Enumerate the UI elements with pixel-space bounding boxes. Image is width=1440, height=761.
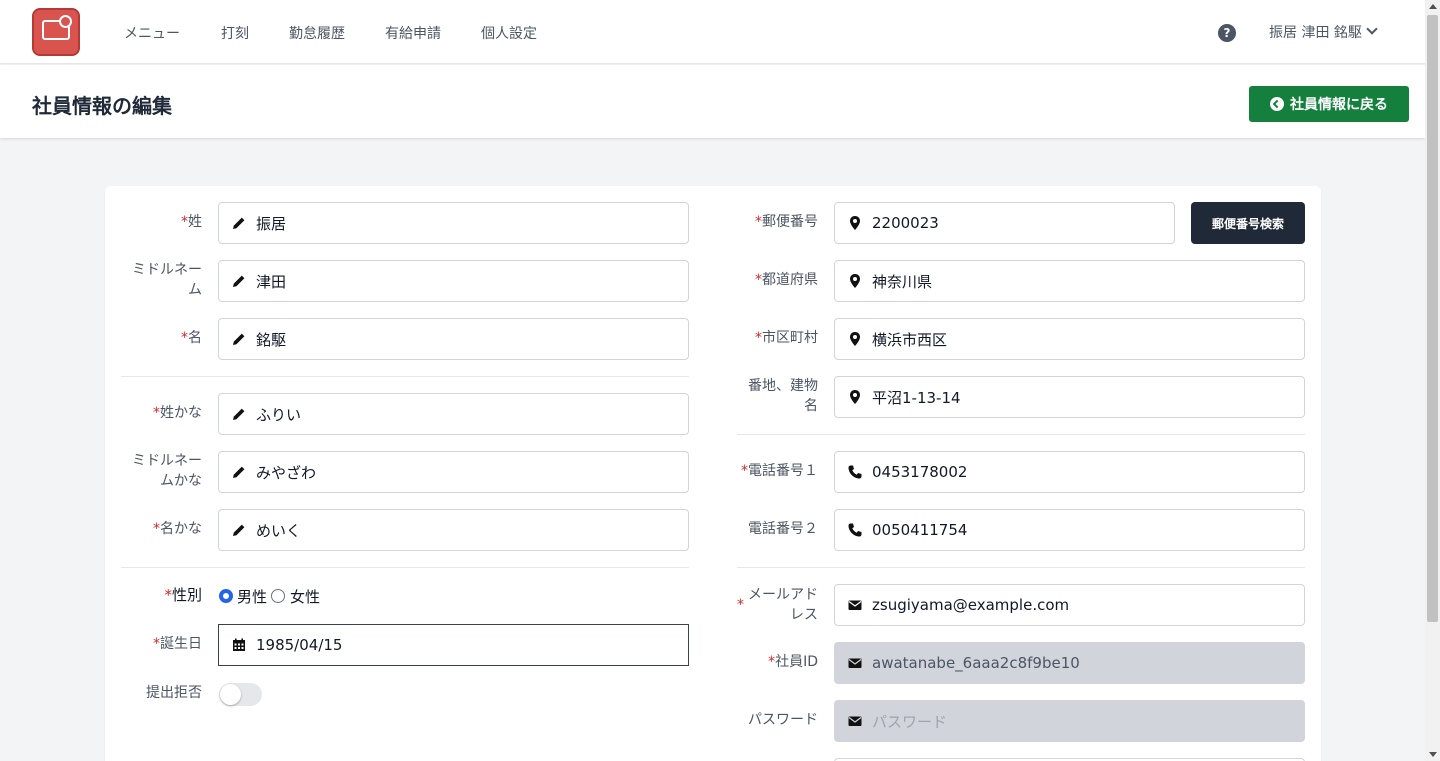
email-field[interactable]: zsugiyama@example.com	[834, 584, 1305, 626]
gender-male-radio[interactable]	[219, 589, 233, 603]
envelope-icon	[846, 712, 864, 730]
refusal-label: 提出拒否	[146, 685, 202, 701]
pencil-icon	[230, 463, 248, 481]
middle-name-kana-label: ミドルネームかな	[132, 453, 202, 489]
pencil-icon	[230, 521, 248, 539]
middle-name-field[interactable]: 津田	[218, 260, 689, 302]
scroll-up-arrow-icon[interactable]	[1429, 4, 1437, 9]
map-marker-icon	[846, 214, 864, 232]
address-label: 番地、建物名	[748, 378, 818, 414]
top-navbar: メニュー 打刻 勤怠履歴 有給申請 個人設定 ? 振居 津田 銘駆	[0, 0, 1425, 64]
gender-male-label[interactable]: 男性	[237, 586, 267, 607]
phone-icon	[846, 521, 864, 539]
prefecture-field[interactable]: 神奈川県	[834, 260, 1305, 302]
scrollbar-thumb[interactable]	[1427, 15, 1438, 622]
email-value: zsugiyama@example.com	[872, 596, 1070, 614]
email-label: * メールアドレス	[737, 587, 818, 623]
postal-code-search-button[interactable]: 郵便番号検索	[1191, 202, 1305, 244]
last-name-kana-label: *姓かな	[153, 405, 202, 421]
refusal-toggle[interactable]	[219, 683, 262, 706]
employee-id-label: *社員ID	[768, 654, 818, 670]
first-name-label: *名	[181, 330, 202, 346]
section-divider	[121, 376, 689, 377]
section-divider	[737, 434, 1305, 435]
first-name-kana-value: めいく	[256, 521, 302, 540]
app-logo-icon[interactable]	[32, 8, 80, 56]
back-button-label: 社員情報に戻る	[1290, 97, 1388, 113]
employee-id-field: awatanabe_6aaa2c8f9be10	[834, 642, 1305, 684]
page-title: 社員情報の編集	[32, 94, 172, 118]
arrow-circle-left-icon	[1270, 97, 1284, 111]
envelope-icon	[846, 596, 864, 614]
employee-id-value: awatanabe_6aaa2c8f9be10	[872, 654, 1080, 672]
pencil-icon	[230, 330, 248, 348]
password-field: パスワード	[834, 700, 1305, 742]
phone2-field[interactable]: 0050411754	[834, 509, 1305, 551]
postal-code-value: 2200023	[872, 214, 939, 232]
envelope-icon	[846, 654, 864, 672]
gender-female-radio[interactable]	[271, 589, 285, 603]
first-name-value: 銘駆	[256, 330, 287, 349]
middle-name-kana-value: みやざわ	[256, 463, 317, 482]
birthday-label: *誕生日	[153, 636, 202, 652]
postal-code-field[interactable]: 2200023	[834, 202, 1175, 244]
phone1-label: *電話番号１	[741, 463, 818, 479]
section-divider	[737, 567, 1305, 568]
address-value: 平沼1-13-14	[872, 388, 961, 407]
map-marker-icon	[846, 330, 864, 348]
last-name-kana-field[interactable]: ふりい	[218, 393, 689, 435]
logo-lock-shape	[59, 15, 72, 28]
phone1-field[interactable]: 0453178002	[834, 451, 1305, 493]
city-value: 横浜市西区	[872, 330, 948, 349]
chevron-down-icon[interactable]	[1366, 23, 1378, 35]
last-name-label: *姓	[181, 214, 202, 230]
user-menu-name[interactable]: 振居 津田 銘駆	[1269, 22, 1362, 42]
city-label: *市区町村	[755, 330, 818, 346]
help-icon[interactable]: ?	[1218, 24, 1236, 42]
pencil-icon	[230, 214, 248, 232]
calendar-icon	[230, 636, 248, 654]
map-marker-icon	[846, 388, 864, 406]
postal-code-label: *郵便番号	[755, 214, 818, 230]
phone2-value: 0050411754	[872, 521, 968, 539]
prefecture-label: *都道府県	[755, 272, 818, 288]
address-field[interactable]: 平沼1-13-14	[834, 376, 1305, 418]
middle-name-label: ミドルネーム	[132, 262, 202, 298]
first-name-kana-label: *名かな	[153, 521, 202, 537]
password-placeholder: パスワード	[872, 712, 948, 731]
phone1-value: 0453178002	[872, 463, 968, 481]
prefecture-value: 神奈川県	[872, 272, 933, 291]
page-scrollbar[interactable]	[1425, 0, 1440, 761]
gender-label: *性別	[164, 586, 202, 604]
middle-name-kana-field[interactable]: みやざわ	[218, 451, 689, 493]
section-divider	[121, 567, 689, 568]
city-field[interactable]: 横浜市西区	[834, 318, 1305, 360]
scroll-down-arrow-icon[interactable]	[1429, 752, 1437, 757]
birthday-value: 1985/04/15	[256, 636, 343, 654]
middle-name-value: 津田	[256, 272, 287, 291]
birthday-field[interactable]: 1985/04/15	[218, 624, 689, 666]
nav-item-clock-in[interactable]: 打刻	[221, 23, 249, 43]
pencil-icon	[230, 272, 248, 290]
nav-item-personal-settings[interactable]: 個人設定	[481, 23, 537, 43]
page-header: 社員情報の編集 社員情報に戻る	[0, 65, 1425, 138]
nav-item-paid-leave[interactable]: 有給申請	[385, 23, 441, 43]
last-name-field[interactable]: 振居	[218, 202, 689, 244]
first-name-field[interactable]: 銘駆	[218, 318, 689, 360]
password-label: パスワード	[748, 712, 818, 728]
last-name-kana-value: ふりい	[256, 405, 302, 424]
nav-item-menu[interactable]: メニュー	[124, 23, 180, 43]
phone2-label: 電話番号２	[748, 521, 818, 537]
last-name-value: 振居	[256, 214, 287, 233]
nav-item-attendance-history[interactable]: 勤怠履歴	[289, 23, 345, 43]
map-marker-icon	[846, 272, 864, 290]
back-to-employee-info-button[interactable]: 社員情報に戻る	[1249, 86, 1409, 122]
toggle-knob	[220, 684, 241, 705]
pencil-icon	[230, 405, 248, 423]
first-name-kana-field[interactable]: めいく	[218, 509, 689, 551]
gender-female-label[interactable]: 女性	[290, 586, 320, 607]
phone-icon	[846, 463, 864, 481]
